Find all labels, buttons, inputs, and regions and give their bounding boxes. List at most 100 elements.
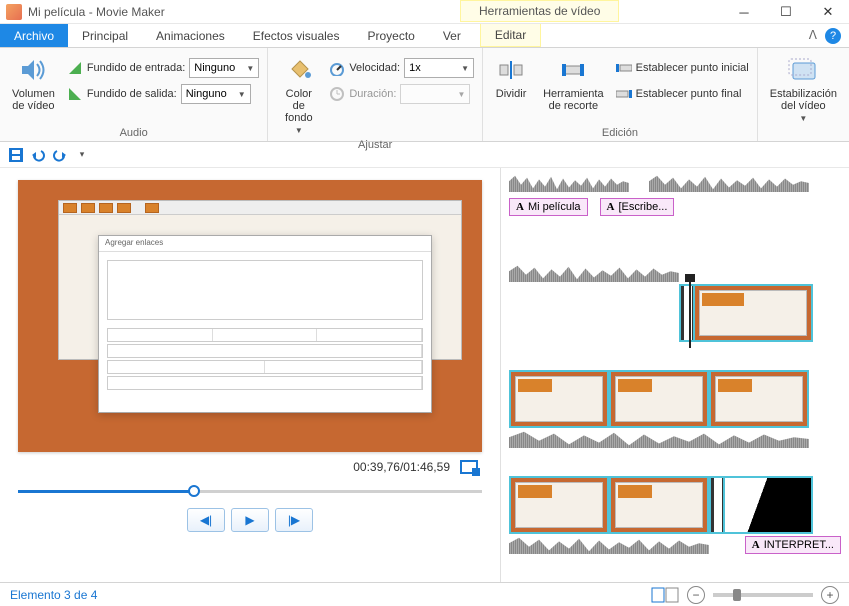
tab-efectos-visuales[interactable]: Efectos visuales: [239, 24, 354, 47]
fundido-entrada-label: Fundido de entrada:: [87, 62, 185, 74]
seek-slider[interactable]: [18, 484, 482, 498]
velocidad-label: Velocidad:: [349, 62, 400, 74]
punto-inicial-label: Establecer punto inicial: [636, 62, 749, 74]
timeline-pane[interactable]: AMi película A[Escribe...: [500, 168, 849, 582]
title-clip[interactable]: AMi película: [509, 198, 588, 216]
color-fondo-label: Color de fondo: [280, 88, 317, 124]
filmstrip-icon: [709, 476, 723, 534]
minimize-button[interactable]: ─: [723, 0, 765, 24]
fundido-salida-combo[interactable]: Ninguno▼: [181, 84, 251, 104]
audio-clip[interactable]: [509, 264, 679, 282]
split-icon: [495, 54, 527, 86]
ribbon: Volumen de vídeo Fundido de entrada: Nin…: [0, 48, 849, 142]
video-preview[interactable]: Agregar enlaces: [18, 180, 482, 452]
title-clip-label: [Escribe...: [618, 201, 667, 213]
status-element-count: Elemento 3 de 4: [10, 588, 97, 602]
help-button[interactable]: ?: [825, 28, 841, 44]
view-mode-button[interactable]: [651, 587, 679, 603]
tab-principal[interactable]: Principal: [68, 24, 142, 47]
tab-archivo[interactable]: Archivo: [0, 24, 68, 47]
group-ajustar: Color de fondo ▼ Velocidad: 1x▼ Duración…: [268, 48, 483, 141]
qat-customize-button[interactable]: ▾: [74, 147, 90, 163]
redo-button[interactable]: [52, 147, 68, 163]
paint-bucket-icon: [283, 54, 315, 86]
maximize-button[interactable]: ☐: [765, 0, 807, 24]
tab-ver[interactable]: Ver: [429, 24, 475, 47]
punto-final-label: Establecer punto final: [636, 88, 742, 100]
herramienta-recorte-button[interactable]: Herramienta de recorte: [539, 52, 608, 114]
set-start-icon: [616, 60, 632, 76]
video-clip[interactable]: [609, 476, 709, 534]
next-frame-button[interactable]: |▶: [275, 508, 313, 532]
app-icon: [6, 4, 22, 20]
group-audio: Volumen de vídeo Fundido de entrada: Nin…: [0, 48, 268, 141]
group-edicion-label: Edición: [491, 125, 749, 139]
prev-frame-button[interactable]: ◀|: [187, 508, 225, 532]
fade-out-icon: [67, 86, 83, 102]
trim-icon: [557, 54, 589, 86]
speed-icon: [329, 60, 345, 76]
video-clip[interactable]: [723, 476, 813, 534]
video-clip[interactable]: [693, 284, 813, 342]
title-clip-label: Mi película: [528, 201, 581, 213]
title-clip-label: INTERPRET...: [764, 539, 834, 551]
tab-proyecto[interactable]: Proyecto: [353, 24, 428, 47]
title-clip[interactable]: A[Escribe...: [600, 198, 675, 216]
status-bar: Elemento 3 de 4 − +: [0, 582, 849, 606]
duracion-label: Duración:: [349, 88, 396, 100]
herramienta-recorte-label: Herramienta de recorte: [543, 88, 604, 112]
group-estabilizacion: Estabilización del vídeo ▼: [758, 48, 849, 141]
speaker-icon: [17, 54, 49, 86]
group-ajustar-label: Ajustar: [276, 137, 474, 151]
estabilizacion-label: Estabilización del vídeo: [770, 88, 837, 112]
window-title: Mi película - Movie Maker: [28, 5, 165, 19]
group-audio-label: Audio: [8, 125, 259, 139]
workspace: Agregar enlaces 00:39,76/01:46,59 ◀| ▶ |…: [0, 168, 849, 582]
ribbon-tabs: Archivo Principal Animaciones Efectos vi…: [0, 24, 849, 48]
volumen-video-button[interactable]: Volumen de vídeo: [8, 52, 59, 114]
zoom-out-button[interactable]: −: [687, 586, 705, 604]
zoom-slider[interactable]: [713, 593, 813, 597]
estabilizacion-button[interactable]: Estabilización del vídeo ▼: [766, 52, 841, 125]
punto-inicial-button[interactable]: Establecer punto inicial: [616, 60, 749, 76]
video-clip[interactable]: [609, 370, 709, 428]
group-edicion: Dividir Herramienta de recorte Establece…: [483, 48, 758, 141]
save-button[interactable]: [8, 147, 24, 163]
audio-clip[interactable]: [509, 430, 809, 448]
collapse-ribbon-button[interactable]: ᐱ: [801, 24, 825, 47]
tab-editar[interactable]: Editar: [480, 24, 541, 47]
fullscreen-button[interactable]: [460, 460, 478, 474]
punto-final-button[interactable]: Establecer punto final: [616, 86, 749, 102]
play-button[interactable]: ▶: [231, 508, 269, 532]
dividir-label: Dividir: [496, 88, 527, 100]
color-fondo-button[interactable]: Color de fondo ▼: [276, 52, 321, 137]
playhead[interactable]: [689, 278, 691, 348]
context-tab-label: Herramientas de vídeo: [460, 0, 619, 22]
video-clip[interactable]: [509, 476, 609, 534]
undo-button[interactable]: [30, 147, 46, 163]
audio-clip[interactable]: [509, 536, 709, 554]
volumen-label: Volumen de vídeo: [12, 88, 55, 112]
duracion-combo: ▼: [400, 84, 470, 104]
zoom-in-button[interactable]: +: [821, 586, 839, 604]
dividir-button[interactable]: Dividir: [491, 52, 531, 102]
audio-clip[interactable]: [509, 174, 629, 192]
stabilize-icon: [787, 54, 819, 86]
video-clip[interactable]: [709, 370, 809, 428]
video-clip[interactable]: [509, 370, 609, 428]
set-end-icon: [616, 86, 632, 102]
fundido-entrada-combo[interactable]: Ninguno▼: [189, 58, 259, 78]
audio-clip[interactable]: [649, 174, 809, 192]
velocidad-value: 1x: [409, 62, 421, 74]
time-display: 00:39,76/01:46,59: [353, 460, 450, 474]
duration-icon: [329, 86, 345, 102]
preview-pane: Agregar enlaces 00:39,76/01:46,59 ◀| ▶ |…: [0, 168, 500, 582]
velocidad-combo[interactable]: 1x▼: [404, 58, 474, 78]
tab-animaciones[interactable]: Animaciones: [142, 24, 239, 47]
title-bar: Mi película - Movie Maker Herramientas d…: [0, 0, 849, 24]
group-estab-label: [766, 137, 841, 139]
fundido-entrada-value: Ninguno: [194, 62, 235, 74]
close-button[interactable]: ✕: [807, 0, 849, 24]
title-clip[interactable]: AINTERPRET...: [745, 536, 841, 554]
fundido-salida-value: Ninguno: [186, 88, 227, 100]
